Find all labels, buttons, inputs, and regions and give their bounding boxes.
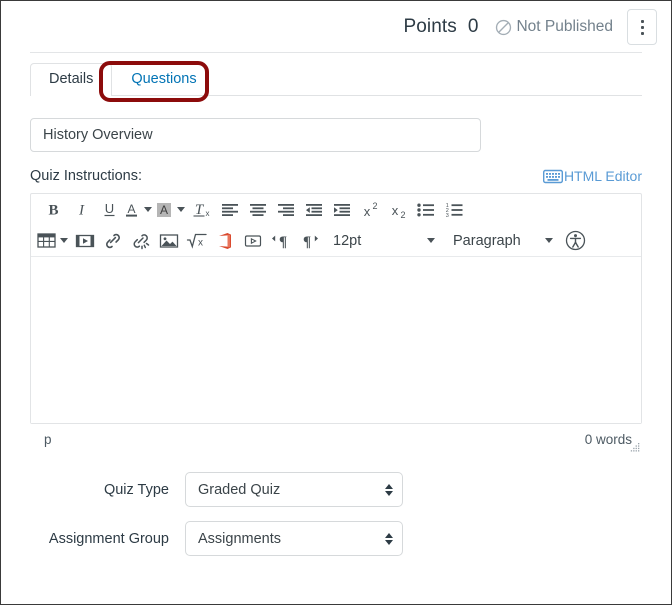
- tab-questions-label: Questions: [131, 71, 197, 87]
- svg-text:B: B: [48, 203, 58, 219]
- subscript-button[interactable]: x2: [384, 197, 412, 223]
- highlight-color-dropdown[interactable]: [173, 197, 188, 223]
- editor-toolbar-row-1: B I U A A Tx x 2 x 2 1 2 3: [31, 194, 641, 225]
- quiz-type-value: Graded Quiz: [198, 481, 281, 498]
- svg-text:¶: ¶: [279, 234, 287, 249]
- svg-text:I: I: [78, 203, 85, 219]
- highlight-color-button[interactable]: A: [155, 197, 173, 223]
- rtl-direction-button[interactable]: ¶: [295, 228, 323, 254]
- quiz-type-select[interactable]: Graded Quiz: [185, 472, 403, 507]
- svg-text:A: A: [160, 203, 168, 217]
- no-entry-icon: [496, 19, 512, 35]
- publish-status-label: Not Published: [516, 18, 613, 35]
- points-value: 0: [467, 16, 479, 37]
- unlink-button[interactable]: [127, 228, 155, 254]
- office-365-button[interactable]: [211, 228, 239, 254]
- element-path: p: [44, 431, 52, 447]
- editor-status-bar: p 0 words: [30, 424, 642, 454]
- font-size-select[interactable]: 12pt: [323, 228, 443, 254]
- keyboard-icon: [542, 169, 563, 183]
- underline-button[interactable]: U: [95, 197, 123, 223]
- resize-grip-icon[interactable]: [630, 443, 640, 453]
- rich-content-editor: B I U A A Tx x 2 x 2 1 2 3 x ¶ ¶ 12pt Pa…: [30, 193, 642, 424]
- more-vertical-icon: [640, 31, 644, 35]
- chevron-down-icon: [545, 238, 553, 243]
- svg-text:x: x: [206, 209, 210, 218]
- assignment-group-value: Assignments: [198, 530, 282, 547]
- stepper-arrows-icon: [385, 483, 393, 496]
- more-vertical-icon: [640, 19, 644, 23]
- quiz-edit-page: Points 0 Not Published Details Questions: [0, 0, 672, 605]
- svg-text:2: 2: [400, 210, 405, 218]
- more-vertical-icon: [640, 25, 644, 29]
- editor-content-area[interactable]: [31, 256, 641, 423]
- points-label: Points: [403, 16, 457, 37]
- chevron-down-icon: [176, 207, 185, 212]
- bulleted-list-button[interactable]: [412, 197, 440, 223]
- link-button[interactable]: [99, 228, 127, 254]
- quiz-type-label: Quiz Type: [103, 481, 169, 498]
- table-button[interactable]: [37, 228, 56, 254]
- html-editor-toggle[interactable]: HTML Editor: [542, 168, 642, 184]
- svg-text:U: U: [104, 201, 113, 216]
- html-editor-label: HTML Editor: [563, 168, 642, 184]
- ltr-direction-button[interactable]: ¶: [267, 228, 295, 254]
- text-color-button[interactable]: A: [123, 197, 140, 223]
- assignment-group-label: Assignment Group: [48, 530, 169, 547]
- accessibility-checker-icon: [565, 230, 585, 251]
- text-color-dropdown[interactable]: [140, 197, 155, 223]
- svg-text:x: x: [198, 238, 203, 249]
- more-options-button[interactable]: [627, 9, 657, 45]
- svg-text:x: x: [364, 204, 371, 218]
- font-size-value: 12pt: [333, 232, 362, 249]
- media-button[interactable]: [71, 228, 99, 254]
- chevron-down-icon: [59, 238, 68, 243]
- embed-video-button[interactable]: [239, 228, 267, 254]
- quiz-type-row: Quiz Type Graded Quiz: [30, 472, 642, 507]
- svg-text:¶: ¶: [303, 234, 311, 249]
- assignment-group-row: Assignment Group Assignments: [30, 521, 642, 556]
- italic-button[interactable]: I: [67, 197, 95, 223]
- publish-status-badge: Not Published: [495, 18, 613, 36]
- svg-text:3: 3: [445, 213, 448, 217]
- tab-details[interactable]: Details: [30, 63, 113, 96]
- page-header: Points 0 Not Published: [1, 1, 671, 53]
- tab-questions[interactable]: Questions: [112, 63, 215, 95]
- details-panel: Quiz Instructions: HTML Editor: [1, 96, 671, 556]
- editor-toolbar-row-2: x ¶ ¶ 12pt Paragraph: [31, 225, 641, 256]
- image-button[interactable]: [155, 228, 183, 254]
- accessibility-checker-button[interactable]: [561, 228, 589, 254]
- instructions-header-row: Quiz Instructions: HTML Editor: [30, 166, 642, 186]
- align-right-button[interactable]: [272, 197, 300, 223]
- clear-formatting-button[interactable]: Tx: [188, 197, 216, 223]
- chevron-down-icon: [427, 238, 435, 243]
- assignment-group-select[interactable]: Assignments: [185, 521, 403, 556]
- svg-text:A: A: [127, 202, 135, 216]
- numbered-list-button[interactable]: 123: [440, 197, 468, 223]
- outdent-button[interactable]: [300, 197, 328, 223]
- svg-text:x: x: [392, 203, 399, 218]
- quiz-title-input[interactable]: [30, 118, 481, 152]
- superscript-button[interactable]: x2: [356, 197, 384, 223]
- chevron-down-icon: [143, 207, 152, 212]
- block-format-select[interactable]: Paragraph: [443, 228, 561, 254]
- stepper-arrows-icon: [385, 532, 393, 545]
- quiz-instructions-label: Quiz Instructions:: [30, 168, 143, 184]
- align-left-button[interactable]: [216, 197, 244, 223]
- tab-details-label: Details: [49, 71, 94, 87]
- block-format-value: Paragraph: [453, 232, 521, 249]
- bold-button[interactable]: B: [39, 197, 67, 223]
- indent-button[interactable]: [328, 197, 356, 223]
- word-count: 0 words: [584, 431, 632, 447]
- svg-text:2: 2: [372, 202, 377, 211]
- align-center-button[interactable]: [244, 197, 272, 223]
- tab-bar: Details Questions: [1, 53, 671, 102]
- math-equation-button[interactable]: x: [183, 228, 211, 254]
- table-dropdown[interactable]: [56, 228, 71, 254]
